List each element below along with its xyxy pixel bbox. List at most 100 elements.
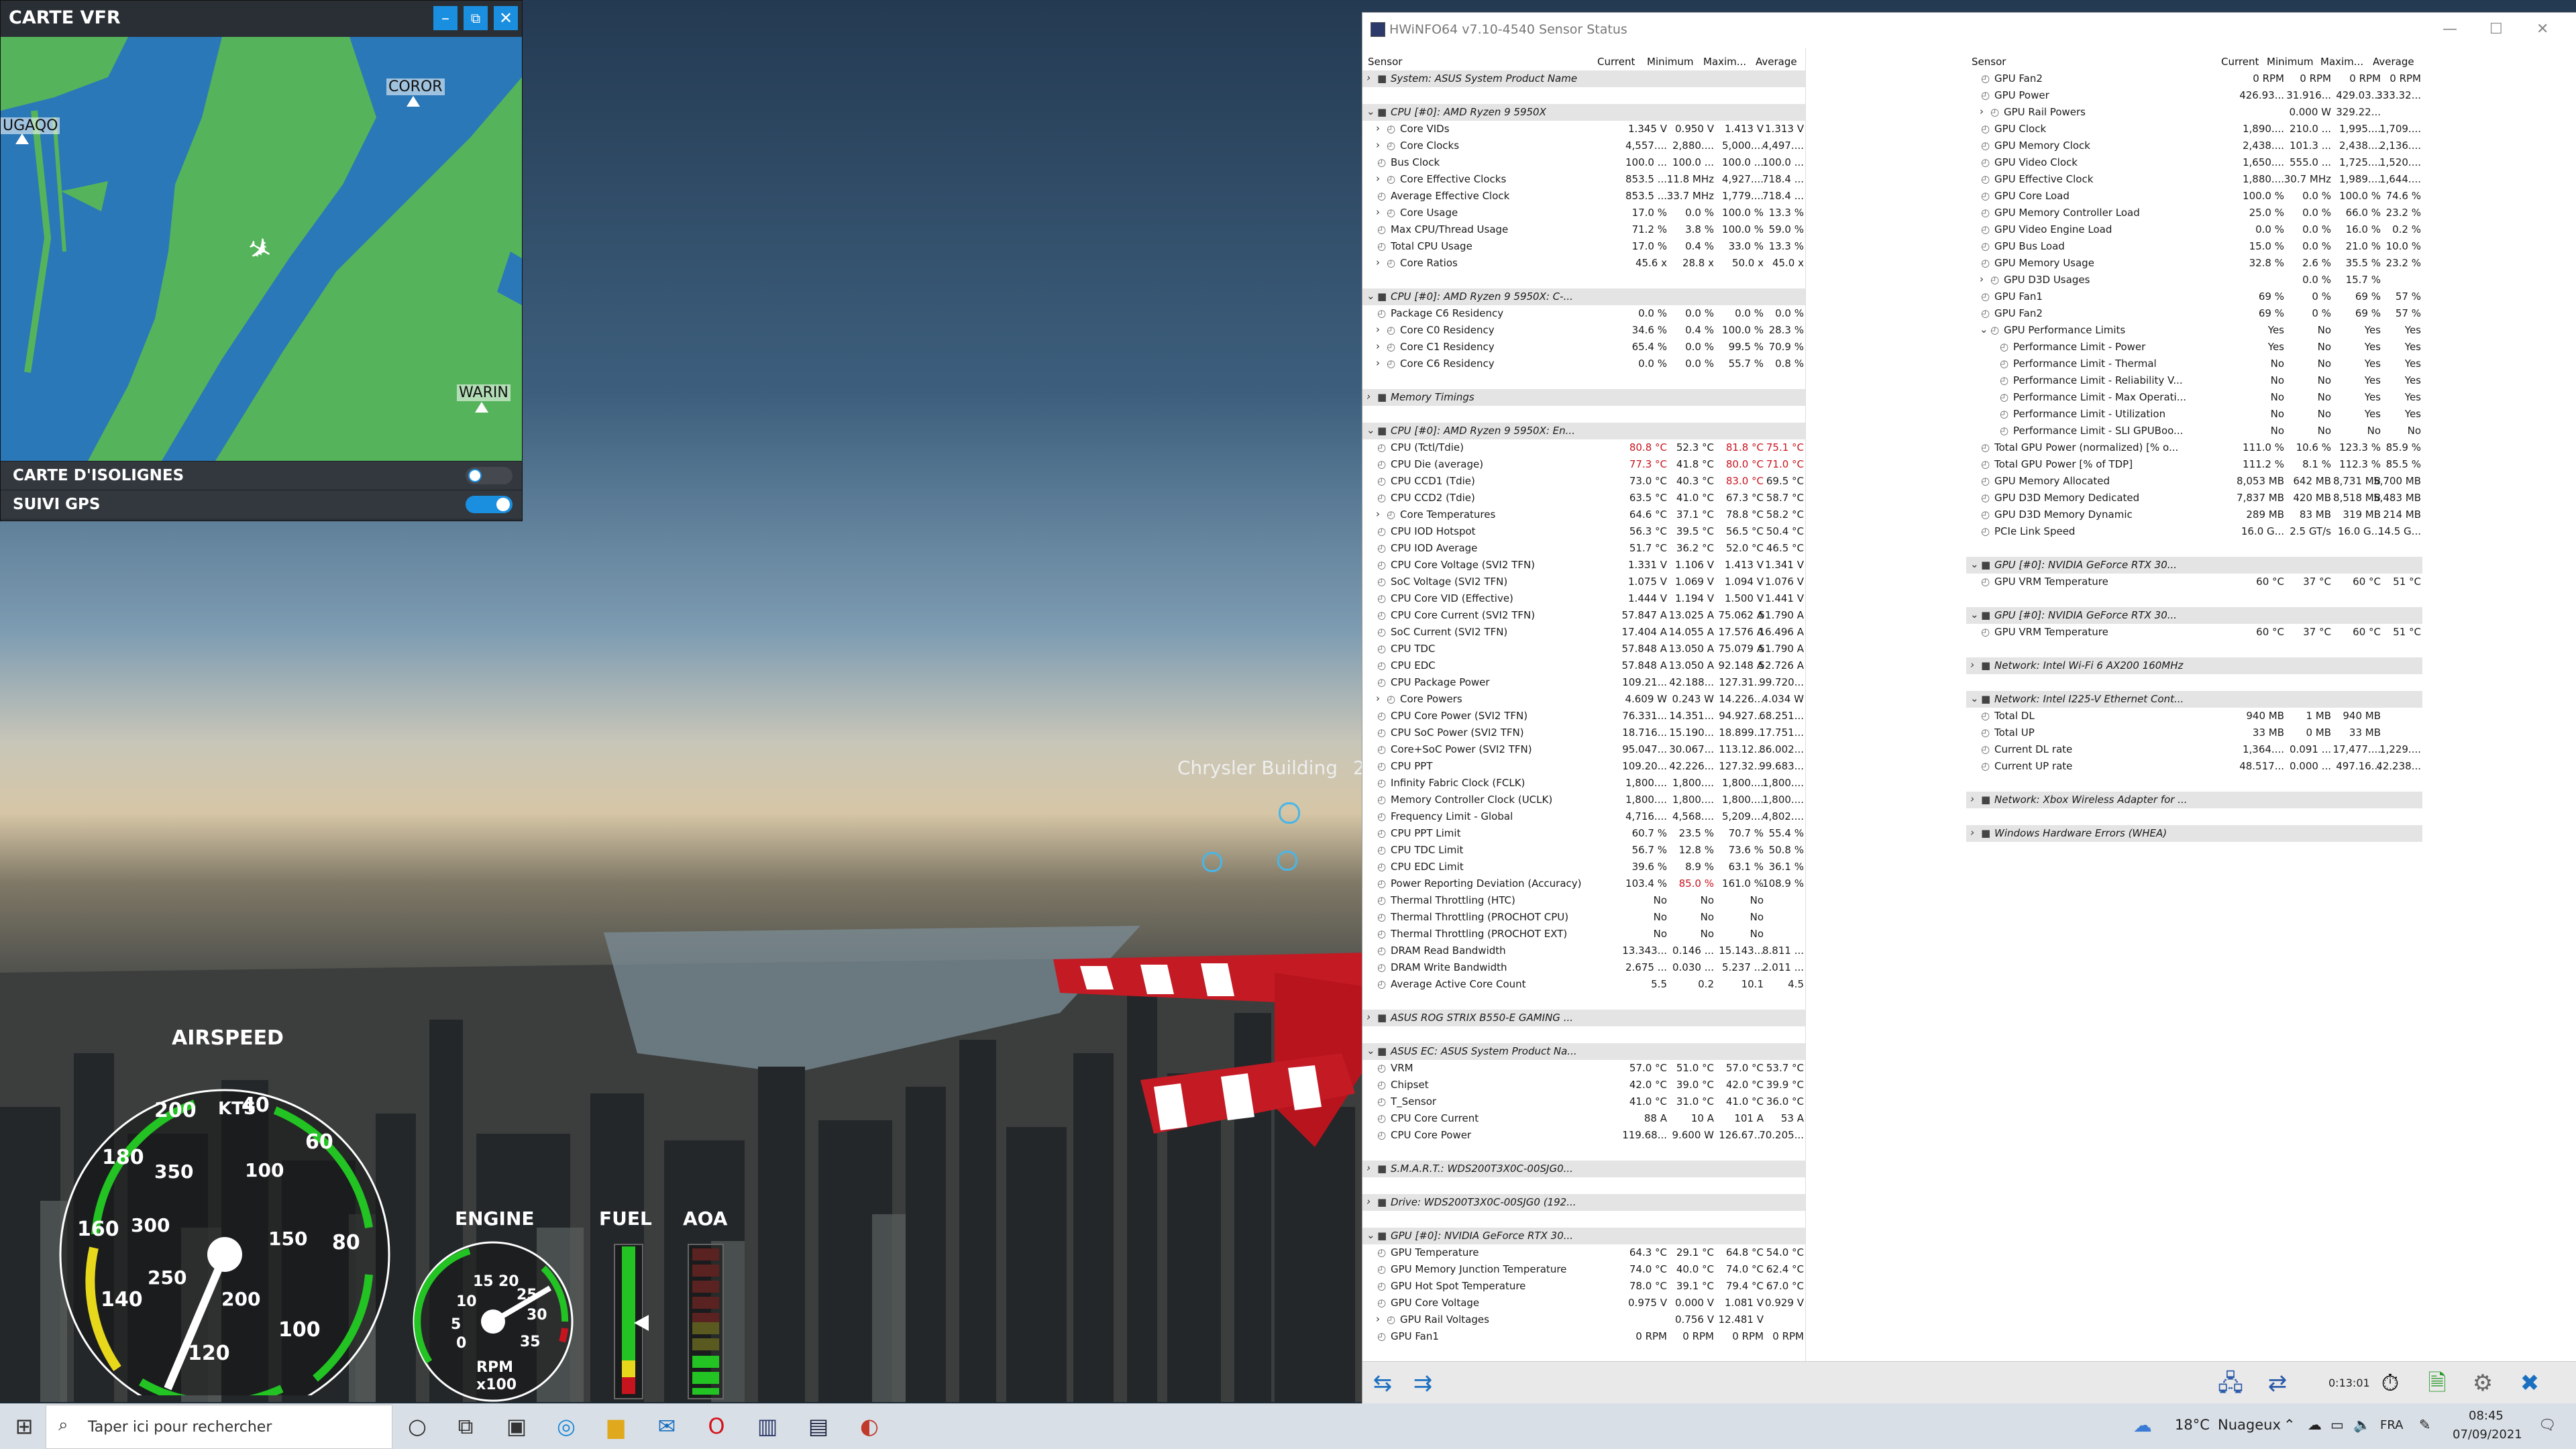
sensor-row[interactable]: ◴ Package C6 Residency 0.0 % 0.0 % 0.0 % 0.0 … (1362, 305, 1805, 322)
sensor-row[interactable]: ◴ DRAM Write Bandwidth 2.675 ... 0.030 ... 5… (1362, 959, 1805, 976)
col-current[interactable]: Current (2221, 56, 2259, 68)
expand-chevron-open-icon[interactable]: ⌄ (1970, 692, 1979, 704)
sensor-row[interactable]: ◴ GPU Memory Clock 2,438.... 101.3 ... 2,438… (1966, 138, 2422, 154)
sensor-row[interactable]: ◴ GPU Fan2 69 % 0 % 69 % 57 % (1966, 305, 2422, 322)
clock-icon[interactable]: ⏱ (2374, 1368, 2406, 1398)
sensor-row[interactable]: ◴ GPU D3D Memory Dynamic 289 MB 83 MB 319 MB… (1966, 506, 2422, 523)
sensor-row[interactable]: ◴ CPU TDC Limit 56.7 % 12.8 % 73.6 % 50.8 % (1362, 842, 1805, 859)
sensor-group-header[interactable]: › ■ Network: Xbox Wireless Adapter for ... (1966, 792, 2422, 808)
edge-icon[interactable]: ◎ (551, 1411, 581, 1441)
sensor-row[interactable]: ◴ Current DL rate 1,364.... 0.091 ... 17,477… (1966, 741, 2422, 758)
clock-date[interactable]: 07/09/2021 (2453, 1428, 2522, 1442)
sensor-row[interactable]: ◴ VRM 57.0 °C 51.0 °C 57.0 °C 53.7 °C (1362, 1060, 1805, 1077)
sensor-row[interactable]: ◴ CPU Core Voltage (SVI2 TFN) 1.331 V 1.106… (1362, 557, 1805, 574)
sensor-group-header[interactable]: › ■ Memory Timings (1362, 389, 1805, 406)
sensor-row[interactable]: ◴ Average Effective Clock 853.5 ... 33.7 MH… (1362, 188, 1805, 205)
sensor-row[interactable]: ◴ GPU Hot Spot Temperature 78.0 °C 39.1 °C 7… (1362, 1278, 1805, 1295)
expand-chevron-icon[interactable]: › (1366, 1162, 1371, 1174)
sensor-row[interactable]: ◴ Performance Limit - Power Yes No Yes Yes (1966, 339, 2422, 356)
expand-chevron-icon[interactable]: › (1366, 390, 1371, 402)
weather-temp[interactable]: 18°C (2175, 1417, 2210, 1433)
sensor-row[interactable]: › ◴ Core C1 Residency 65.4 % 0.0 % 99.5 % 70.9… (1362, 339, 1805, 356)
sensor-row[interactable]: › ◴ Core Temperatures 64.6 °C 37.1 °C 78.8 °C… (1362, 506, 1805, 523)
expand-chevron-icon[interactable]: › (1376, 508, 1380, 520)
sensor-group-header[interactable]: ⌄ ■ GPU [#0]: NVIDIA GeForce RTX 30... (1966, 607, 2422, 624)
expand-chevron-icon[interactable]: › (1366, 1011, 1371, 1023)
sensor-row[interactable]: ◴ CPU Die (average) 77.3 °C 41.8 °C 80.0 °C 7… (1362, 456, 1805, 473)
pen-icon[interactable]: ✎ (2419, 1417, 2431, 1433)
settings-icon[interactable]: ⚙ (2467, 1368, 2499, 1398)
sensor-group-header[interactable]: ⌄ ■ GPU [#0]: NVIDIA GeForce RTX 30... (1966, 557, 2422, 574)
sensor-row[interactable]: ◴ GPU Effective Clock 1,880.... 30.7 MHz 1,9… (1966, 171, 2422, 188)
expand-chevron-open-icon[interactable]: ⌄ (1366, 105, 1375, 117)
sensor-row[interactable]: ◴ GPU Clock 1,890.... 210.0 ... 1,995.... 1,7… (1966, 121, 2422, 138)
minimize-icon[interactable]: – (433, 6, 458, 30)
sensor-row[interactable]: › ◴ Core Ratios 45.6 x 28.8 x 50.0 x 45.0 x (1362, 255, 1805, 272)
sensor-group-header[interactable]: ⌄ ■ CPU [#0]: AMD Ryzen 9 5950X: En... (1362, 423, 1805, 439)
waypoint-marker[interactable] (1202, 852, 1222, 872)
col-maximum[interactable]: Maxim... (2320, 56, 2363, 68)
sensor-row[interactable]: ◴ GPU VRM Temperature 60 °C 37 °C 60 °C 51 °C (1966, 624, 2422, 641)
cortana-icon[interactable]: ○ (402, 1411, 432, 1441)
expand-chevron-icon[interactable]: › (1970, 793, 1974, 805)
sensor-row[interactable]: ◴ CPU Core Power (SVI2 TFN) 76.331... 14.35… (1362, 708, 1805, 724)
sensor-group-header[interactable]: › ■ S.M.A.R.T.: WDS200T3X0C-00SJG0... (1362, 1161, 1805, 1177)
sensor-group-header[interactable]: ⌄ ■ CPU [#0]: AMD Ryzen 9 5950X: C-... (1362, 288, 1805, 305)
sensor-row[interactable]: ◴ GPU Fan1 69 % 0 % 69 % 57 % (1966, 288, 2422, 305)
sensor-row[interactable]: ◴ Total GPU Power (normalized) [% o... 111… (1966, 439, 2422, 456)
expand-chevron-icon[interactable]: › (1376, 256, 1380, 268)
sensor-row[interactable]: ◴ GPU Memory Junction Temperature 74.0 °C 4… (1362, 1261, 1805, 1278)
expand-chevron-open-icon[interactable]: ⌄ (1970, 608, 1979, 621)
expand-chevron-icon[interactable]: › (1376, 692, 1380, 704)
sensor-row[interactable]: ◴ Total UP 33 MB 0 MB 33 MB (1966, 724, 2422, 741)
sensor-row[interactable]: ◴ Thermal Throttling (PROCHOT EXT) No No No (1362, 926, 1805, 943)
collapse-arrows-icon[interactable]: ⇆ (1366, 1368, 1399, 1398)
sensor-row[interactable]: ◴ CPU IOD Hotspot 56.3 °C 39.5 °C 56.5 °C 50.… (1362, 523, 1805, 540)
sensor-row[interactable]: ◴ PCIe Link Speed 16.0 G... 2.5 GT/s 16.0 G.… (1966, 523, 2422, 540)
hwinfo-titlebar[interactable]: HWiNFO64 v7.10-4540 Sensor Status — ☐ ✕ (1362, 13, 2576, 48)
notification-icon[interactable]: 🗨 (2538, 1417, 2557, 1434)
sensor-row[interactable]: ◴ CPU PPT Limit 60.7 % 23.5 % 70.7 % 55.4 % (1362, 825, 1805, 842)
minimize-icon[interactable]: — (2443, 21, 2457, 38)
expand-chevron-icon[interactable]: › (1980, 105, 1984, 117)
weather-text[interactable]: Nuageux (2218, 1417, 2281, 1433)
sensor-row[interactable]: ◴ GPU Memory Allocated 8,053 MB 642 MB 8,731… (1966, 473, 2422, 490)
sensor-row[interactable]: › ◴ Core VIDs 1.345 V 0.950 V 1.413 V 1.313 V (1362, 121, 1805, 138)
report-icon[interactable]: 🗎 (2421, 1368, 2453, 1398)
waypoint-marker[interactable] (1277, 851, 1297, 871)
vfr-map[interactable]: COROR UGAQO WARIN ✈ (1, 37, 522, 461)
sensor-row[interactable]: ◴ CPU Core Power 119.68... 9.600 W 126.67...… (1362, 1127, 1805, 1144)
sensor-group-header[interactable]: ⌄ ■ CPU [#0]: AMD Ryzen 9 5950X (1362, 104, 1805, 121)
expand-arrows-icon[interactable]: ⇉ (1407, 1368, 1439, 1398)
clock-time[interactable]: 08:45 (2469, 1409, 2504, 1423)
sensor-group-header[interactable]: › ■ Windows Hardware Errors (WHEA) (1966, 825, 2422, 842)
sensor-row[interactable]: ◴ Total DL 940 MB 1 MB 940 MB (1966, 708, 2422, 724)
col-minimum[interactable]: Minimum (2267, 56, 2314, 68)
sensor-row[interactable]: ◴ CPU CCD1 (Tdie) 73.0 °C 40.3 °C 83.0 °C 69.… (1362, 473, 1805, 490)
sensor-row[interactable]: › ◴ Core Usage 17.0 % 0.0 % 100.0 % 13.3 % (1362, 205, 1805, 221)
sensor-row[interactable]: ◴ Bus Clock 100.0 ... 100.0 ... 100.0 ... 100… (1362, 154, 1805, 171)
sensor-row[interactable]: › ◴ GPU Rail Powers 0.000 W 329.22... (1966, 104, 2422, 121)
network-tray-icon[interactable]: ▭ (2330, 1417, 2344, 1433)
close-icon[interactable]: ✕ (2536, 21, 2548, 38)
sensor-row[interactable]: ◴ CPU Core Current (SVI2 TFN) 57.847 A 13.0… (1362, 607, 1805, 624)
tray-chevron-icon[interactable]: ⌃ (2284, 1417, 2296, 1433)
col-current[interactable]: Current (1597, 56, 1635, 68)
file-explorer-icon[interactable]: ▆ (601, 1411, 631, 1441)
expand-chevron-open-icon[interactable]: ⌄ (1366, 424, 1375, 436)
sensor-row[interactable]: ◴ CPU EDC 57.848 A 13.050 A 92.148 A 52.726 A (1362, 657, 1805, 674)
app-taskbar-icon[interactable]: ◐ (855, 1411, 884, 1441)
sensor-row[interactable]: › ◴ GPU Rail Voltages 0.756 V 12.481 V (1362, 1311, 1805, 1328)
sensor-row[interactable]: ◴ Power Reporting Deviation (Accuracy) 103… (1362, 875, 1805, 892)
sensor-group-header[interactable]: › ■ ASUS ROG STRIX B550-E GAMING ... (1362, 1010, 1805, 1026)
sensor-row[interactable]: › ◴ Core Clocks 4,557.... 2,880.... 5,000....… (1362, 138, 1805, 154)
sensor-row[interactable]: ◴ GPU Memory Controller Load 25.0 % 0.0 % 66… (1966, 205, 2422, 221)
expand-chevron-open-icon[interactable]: ⌄ (1366, 290, 1375, 302)
popout-icon[interactable]: ⧉ (464, 6, 488, 30)
sensor-row[interactable]: ◴ Average Active Core Count 5.5 0.2 10.1 4.5 (1362, 976, 1805, 993)
expand-chevron-icon[interactable]: › (1376, 340, 1380, 352)
sensor-row[interactable]: ◴ GPU Fan2 0 RPM 0 RPM 0 RPM 0 RPM (1966, 70, 2422, 87)
col-average[interactable]: Average (1756, 56, 1797, 68)
col-average[interactable]: Average (2373, 56, 2414, 68)
sensor-row[interactable]: ◴ CPU PPT 109.20... 42.226... 127.32... 99.68… (1362, 758, 1805, 775)
